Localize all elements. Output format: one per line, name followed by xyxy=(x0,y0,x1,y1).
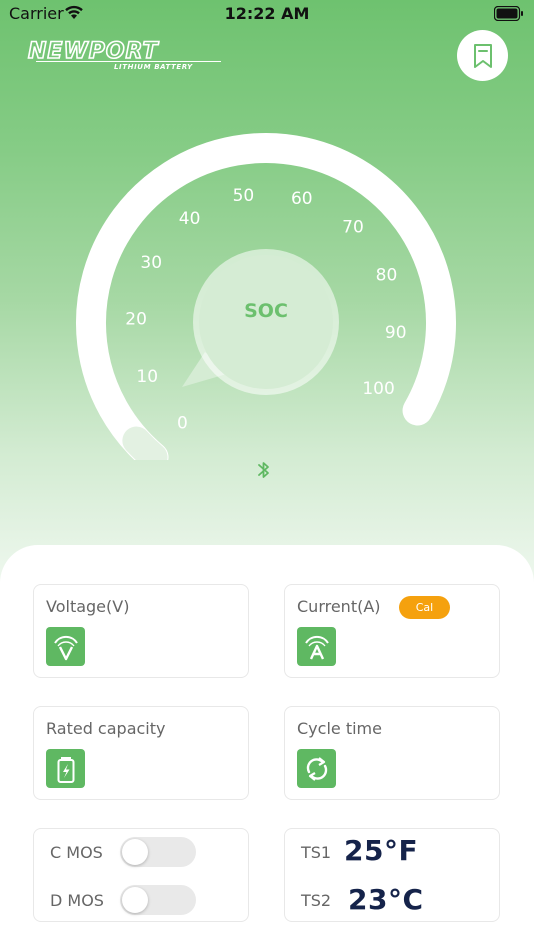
current-title: Current(A) xyxy=(297,597,381,616)
current-icon xyxy=(297,627,336,666)
ts1-label: TS1 xyxy=(301,843,332,862)
bookmark-button[interactable] xyxy=(457,30,508,81)
cycle-time-title: Cycle time xyxy=(297,719,382,738)
soc-label: SOC xyxy=(244,300,288,322)
gauge-tick-20: 20 xyxy=(125,310,147,330)
status-bar: Carrier 12:22 AM xyxy=(0,0,534,28)
gauge-tick-10: 10 xyxy=(136,367,158,387)
brand-name: NEWPORT xyxy=(28,39,159,64)
c-mos-label: C MOS xyxy=(50,843,103,862)
gauge-tick-40: 40 xyxy=(179,209,201,229)
cycle-time-card[interactable]: Cycle time xyxy=(284,706,500,800)
current-card[interactable]: Current(A) Cal xyxy=(284,584,500,678)
battery-charge-icon xyxy=(46,749,85,788)
bookmark-icon xyxy=(473,43,492,68)
c-mos-toggle[interactable] xyxy=(120,837,196,867)
mos-card: C MOS D MOS xyxy=(33,828,249,922)
cycle-icon xyxy=(297,749,336,788)
soc-bubble-inner xyxy=(199,255,333,389)
newport-logo: NEWPORT LITHIUM BATTERY xyxy=(27,38,221,71)
d-mos-toggle[interactable] xyxy=(120,885,196,915)
gauge-tick-50: 50 xyxy=(233,186,255,206)
clock: 12:22 AM xyxy=(224,4,310,23)
gauge-fill xyxy=(122,426,168,460)
rated-capacity-title: Rated capacity xyxy=(46,719,166,738)
temperature-card: TS1 25°F TS2 23°C xyxy=(284,828,500,922)
ts2-value: 23°C xyxy=(348,883,424,916)
soc-gauge: 0 10 20 30 40 50 60 70 80 90 100 SOC xyxy=(76,133,456,460)
rated-capacity-card[interactable]: Rated capacity xyxy=(33,706,249,800)
ts1-value: 25°F xyxy=(344,834,419,867)
gauge-tick-100: 100 xyxy=(362,379,394,399)
voltage-icon xyxy=(46,627,85,666)
gauge-tick-30: 30 xyxy=(140,253,162,273)
voltage-title: Voltage(V) xyxy=(46,597,130,616)
gauge-tick-90: 90 xyxy=(385,323,407,343)
d-mos-label: D MOS xyxy=(50,891,104,910)
gauge-tick-80: 80 xyxy=(376,265,398,285)
voltage-card[interactable]: Voltage(V) xyxy=(33,584,249,678)
battery-status-icon xyxy=(494,6,523,21)
c-mos-toggle-knob xyxy=(122,839,148,865)
d-mos-toggle-knob xyxy=(122,887,148,913)
gauge-tick-0: 0 xyxy=(177,414,188,434)
bluetooth-icon[interactable] xyxy=(256,460,272,480)
gauge-tick-60: 60 xyxy=(291,189,313,209)
ts2-label: TS2 xyxy=(301,891,332,910)
gauge-tick-70: 70 xyxy=(342,217,364,237)
brand-subtitle: LITHIUM BATTERY xyxy=(114,63,193,71)
cal-button[interactable]: Cal xyxy=(399,596,450,619)
